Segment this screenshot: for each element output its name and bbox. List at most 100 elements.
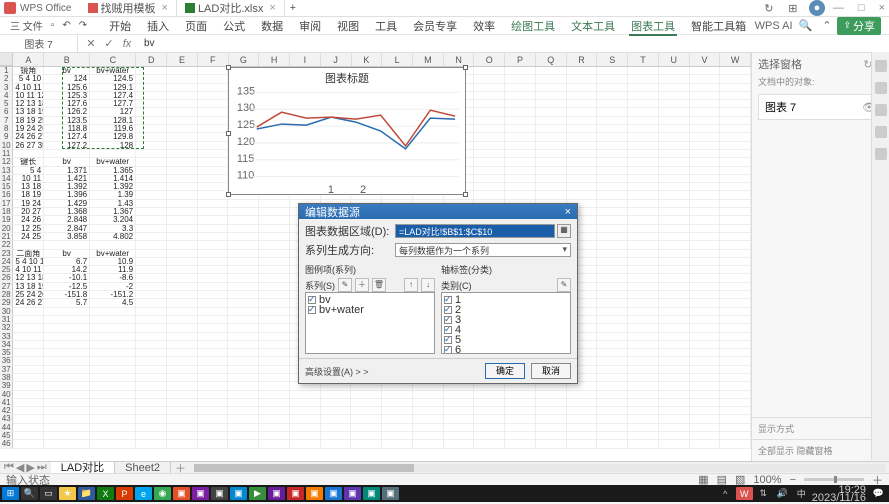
close-icon[interactable]: × — [269, 2, 275, 14]
cell[interactable] — [659, 316, 690, 324]
col-header[interactable]: F — [198, 53, 229, 66]
cell[interactable] — [228, 432, 259, 440]
cell[interactable] — [259, 308, 290, 316]
cell[interactable] — [413, 424, 444, 432]
cell[interactable] — [659, 100, 690, 108]
qat-undo-icon[interactable]: ↶ — [60, 20, 72, 31]
cell[interactable] — [628, 216, 659, 224]
cell[interactable] — [167, 341, 198, 349]
cell[interactable] — [198, 200, 229, 208]
cell[interactable] — [136, 308, 167, 316]
system-clock[interactable]: 19:29 2023/11/16 — [812, 486, 868, 502]
cell[interactable] — [690, 75, 721, 83]
cell[interactable] — [136, 407, 167, 415]
cell[interactable] — [382, 432, 413, 440]
cell[interactable] — [44, 150, 90, 158]
cell[interactable] — [136, 299, 167, 307]
cell[interactable] — [198, 366, 229, 374]
cell[interactable] — [259, 366, 290, 374]
cell[interactable]: 24 25 — [13, 233, 44, 241]
cell[interactable] — [690, 291, 721, 299]
cell[interactable] — [198, 150, 229, 158]
cell[interactable] — [228, 250, 259, 258]
cell[interactable] — [167, 415, 198, 423]
cell[interactable] — [720, 407, 751, 415]
ribbon-tab-smart[interactable]: 智能工具箱 — [689, 16, 748, 36]
cell[interactable] — [198, 208, 229, 216]
cell[interactable] — [659, 341, 690, 349]
cell[interactable] — [167, 233, 198, 241]
cell[interactable] — [597, 274, 628, 282]
cell[interactable]: 126.2 — [44, 108, 90, 116]
cell[interactable] — [13, 241, 44, 249]
cell[interactable] — [90, 333, 136, 341]
cell[interactable] — [690, 308, 721, 316]
cell[interactable] — [567, 175, 598, 183]
cell[interactable]: 11.9 — [90, 266, 136, 274]
tray-network-icon[interactable]: ⇅ — [755, 487, 772, 500]
cell[interactable] — [720, 258, 751, 266]
close-icon[interactable]: × — [162, 2, 168, 14]
cell[interactable] — [167, 333, 198, 341]
cell[interactable] — [259, 407, 290, 415]
checkbox-icon[interactable] — [308, 296, 316, 304]
cell[interactable] — [382, 399, 413, 407]
cell[interactable] — [228, 374, 259, 382]
cell[interactable]: 3.3 — [90, 225, 136, 233]
cell[interactable] — [505, 125, 536, 133]
cell[interactable] — [228, 324, 259, 332]
cell[interactable] — [13, 316, 44, 324]
col-header[interactable]: N — [444, 53, 475, 66]
cell[interactable] — [690, 274, 721, 282]
pane-footer-actions[interactable]: 全部显示 隐藏窗格 — [752, 439, 889, 461]
cell[interactable] — [597, 92, 628, 100]
start-icon[interactable]: ⊞ — [2, 487, 19, 500]
cell[interactable] — [536, 133, 567, 141]
tray-wps-icon[interactable]: W — [736, 487, 753, 500]
cell[interactable]: 118.8 — [44, 125, 90, 133]
cell[interactable] — [228, 274, 259, 282]
cell[interactable] — [90, 415, 136, 423]
cell[interactable] — [90, 399, 136, 407]
cell[interactable] — [13, 415, 44, 423]
cell[interactable]: 13 18 19 — [13, 108, 44, 116]
advanced-settings-button[interactable]: 高级设置(A) > > — [305, 365, 369, 378]
cell[interactable]: 2.847 — [44, 225, 90, 233]
cell[interactable] — [720, 357, 751, 365]
cell[interactable] — [659, 158, 690, 166]
col-header[interactable]: R — [567, 53, 598, 66]
cancel-button[interactable]: 取消 — [531, 363, 571, 379]
cell[interactable] — [228, 382, 259, 390]
cell[interactable] — [136, 233, 167, 241]
cell[interactable] — [690, 266, 721, 274]
doc-tab-template[interactable]: 找贼用模板 × — [80, 0, 177, 16]
cell[interactable] — [198, 125, 229, 133]
cell[interactable] — [136, 349, 167, 357]
cell[interactable] — [567, 67, 598, 75]
cell[interactable] — [351, 399, 382, 407]
cell[interactable] — [444, 399, 475, 407]
cell[interactable] — [505, 158, 536, 166]
cell[interactable]: 3.858 — [44, 233, 90, 241]
col-header[interactable]: L — [382, 53, 413, 66]
cell[interactable] — [720, 100, 751, 108]
axis-item[interactable]: 4 — [444, 325, 568, 335]
cell[interactable] — [720, 142, 751, 150]
cell[interactable] — [228, 299, 259, 307]
cell[interactable] — [444, 440, 475, 448]
cell[interactable] — [198, 84, 229, 92]
cell[interactable] — [136, 283, 167, 291]
cell[interactable] — [290, 407, 321, 415]
cell[interactable] — [720, 167, 751, 175]
cell[interactable] — [505, 150, 536, 158]
cell[interactable] — [167, 291, 198, 299]
cell[interactable] — [136, 316, 167, 324]
cell[interactable] — [382, 424, 413, 432]
cell[interactable] — [167, 117, 198, 125]
tray-up-icon[interactable]: ^ — [717, 487, 734, 500]
cell[interactable] — [690, 333, 721, 341]
ribbon-tab-page[interactable]: 页面 — [183, 16, 209, 36]
ribbon-tab-tools[interactable]: 工具 — [373, 16, 399, 36]
cell[interactable] — [659, 291, 690, 299]
cell[interactable] — [44, 374, 90, 382]
